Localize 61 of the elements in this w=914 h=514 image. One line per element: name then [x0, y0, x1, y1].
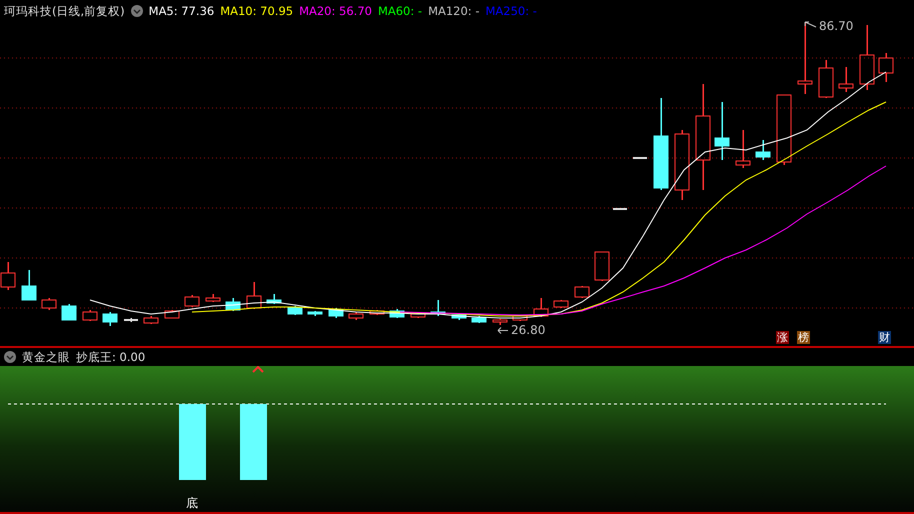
candlestick [184, 295, 200, 307]
moving-average-value: MA60: - [378, 4, 422, 18]
dropdown-icon[interactable] [130, 5, 143, 17]
high-price-label: 86.70 [819, 19, 854, 33]
candlestick [144, 316, 158, 324]
candlestick [410, 313, 426, 318]
candlestick [492, 319, 508, 325]
signal-label: 底 [186, 497, 198, 510]
candlestick [42, 298, 56, 310]
candlestick [756, 140, 770, 160]
candlestick [554, 300, 568, 308]
candlestick [736, 130, 750, 168]
candlestick [838, 67, 854, 92]
candlestick [82, 310, 98, 321]
dropdown-icon[interactable] [4, 351, 16, 363]
candlestick [878, 53, 894, 82]
candlestick [328, 308, 344, 318]
arrow-icon [497, 327, 509, 334]
moving-average-value: MA20: 56.70 [299, 4, 372, 18]
candlestick [613, 208, 627, 210]
candlestick [370, 310, 384, 315]
candlestick [348, 312, 364, 320]
candlestick [633, 157, 647, 159]
indicator-reading: 抄底王: 0.00 [76, 350, 146, 364]
moving-average-value: MA10: 70.95 [220, 4, 294, 18]
candlestick [776, 94, 792, 165]
candlestick [308, 311, 322, 316]
candlestick [512, 315, 528, 321]
stock-name: 珂玛科技(日线,前复权) [4, 4, 125, 18]
candlestick [288, 306, 302, 315]
candlestick [472, 316, 486, 323]
candlestick [164, 310, 180, 318]
moving-average-value: MA250: - [485, 4, 537, 18]
candlestick [226, 298, 240, 311]
candlestick [714, 102, 730, 160]
candlestick [206, 294, 220, 302]
badge: 财 [878, 331, 891, 344]
arrow-icon [804, 21, 817, 29]
candlestick [574, 286, 590, 298]
candlestick [594, 252, 610, 281]
candlestick [62, 304, 76, 320]
candlestick [818, 60, 834, 98]
moving-average-value: MA5: 77.36 [148, 4, 214, 18]
badge: 涨 [776, 331, 789, 344]
candlestick [246, 282, 262, 309]
candlestick [0, 262, 16, 290]
candlestick [452, 313, 466, 320]
badge: 榜 [797, 331, 810, 344]
candlestick [102, 312, 118, 326]
candlestick [266, 294, 282, 304]
candlestick [534, 298, 548, 317]
candlestick [124, 318, 138, 322]
arrow-marker-icon [252, 366, 264, 373]
candlestick [798, 22, 812, 94]
candlestick [674, 130, 690, 200]
candlestick [22, 270, 36, 300]
candlestick [430, 300, 446, 316]
candlestick [860, 25, 874, 90]
indicator-name: 黄金之眼 [22, 350, 70, 364]
low-price-label: 26.80 [511, 323, 546, 337]
moving-average-value: MA120: - [428, 4, 480, 18]
